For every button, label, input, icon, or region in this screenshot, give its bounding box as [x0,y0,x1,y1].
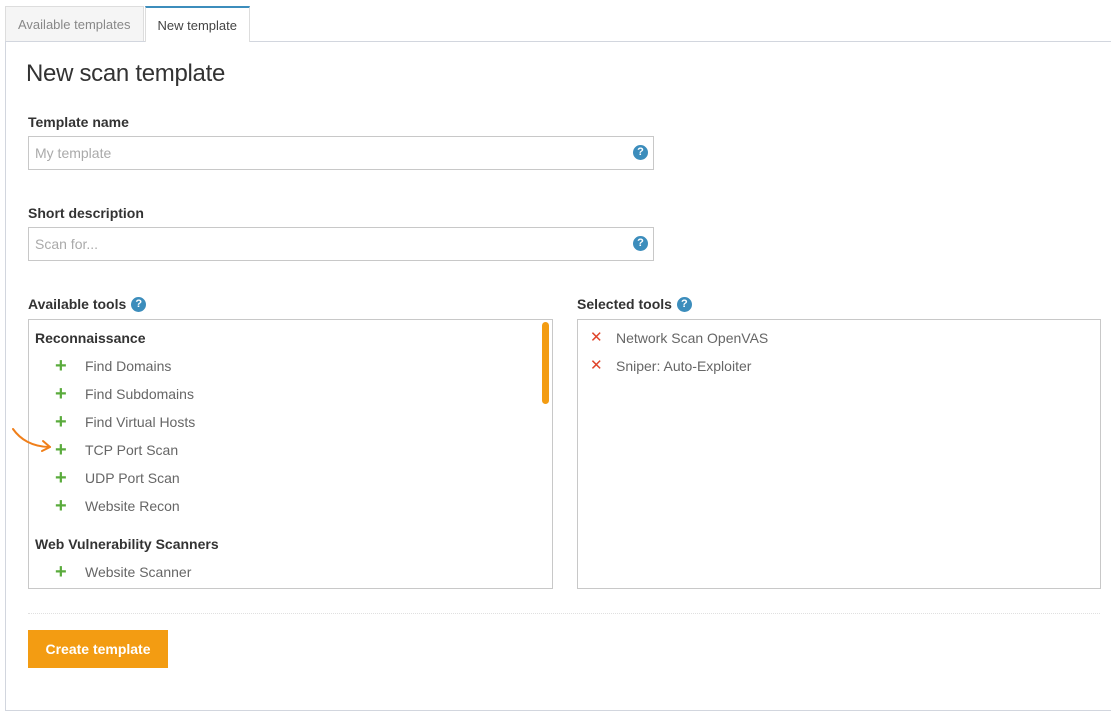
x-icon[interactable]: ✕ [590,352,616,380]
short-description-input[interactable] [29,228,609,260]
plus-icon[interactable]: + [55,356,85,376]
plus-icon[interactable]: + [55,468,85,488]
tool-label: Find Virtual Hosts [85,414,196,430]
short-description-label: Short description [28,205,144,221]
question-circle-icon[interactable]: ? [676,296,692,312]
selected-tools-heading: Selected tools ? [577,296,692,312]
available-tools-label: Available tools [28,296,127,312]
question-circle-icon[interactable]: ? [633,145,648,160]
tool-label: UDP Port Scan [85,470,180,486]
list-item[interactable]: ✕ Sniper: Auto-Exploiter [578,352,1100,380]
tool-label: Find Domains [85,358,172,374]
tool-label: Website Recon [85,498,180,514]
list-item[interactable]: + Website Recon [29,492,552,520]
list-item[interactable]: + Website Scanner [29,558,552,586]
divider [28,613,1100,614]
scrollbar-thumb[interactable] [542,322,549,404]
tool-label: Sniper: Auto-Exploiter [616,358,752,374]
list-item[interactable]: + TCP Port Scan [29,436,552,464]
x-icon[interactable]: ✕ [590,324,616,352]
available-tools-heading: Available tools ? [28,296,147,312]
available-tools-list[interactable]: Reconnaissance + Find Domains + Find Subdo… [28,319,553,589]
list-item[interactable]: + Find Subdomains [29,380,552,408]
create-template-button[interactable]: Create template [28,630,168,668]
pointer-arrow-icon [12,428,51,452]
tab-new-template[interactable]: New template [144,6,250,42]
plus-icon[interactable]: + [55,384,85,404]
template-name-input[interactable] [29,137,609,169]
tool-label: Network Scan OpenVAS [616,330,769,346]
tool-label: Find Subdomains [85,386,194,402]
question-circle-icon[interactable]: ? [131,296,147,312]
selected-tools-list[interactable]: ✕ Network Scan OpenVAS ✕ Sniper: Auto-Expl… [577,319,1101,589]
question-circle-icon[interactable]: ? [633,236,648,251]
selected-tools-label: Selected tools [577,296,672,312]
list-item[interactable]: + Find Domains [29,352,552,380]
plus-icon[interactable]: + [55,496,85,516]
page-title: New scan template [26,60,225,87]
list-item[interactable]: + UDP Port Scan [29,464,552,492]
plus-icon[interactable]: + [55,412,85,432]
plus-icon[interactable]: + [55,440,85,460]
short-description-field: ? [28,227,654,261]
tool-label: Website Scanner [85,564,192,580]
tab-available-templates[interactable]: Available templates [5,6,144,42]
group-title-web-vulnerability-scanners: Web Vulnerability Scanners [35,536,219,552]
template-name-field: ? [28,136,654,170]
template-name-label: Template name [28,114,129,130]
list-item[interactable]: + Find Virtual Hosts [29,408,552,436]
group-title-reconnaissance: Reconnaissance [35,330,146,346]
tool-label: TCP Port Scan [85,442,179,458]
tab-bar: Available templates New template [5,6,250,42]
plus-icon[interactable]: + [55,562,85,582]
list-item[interactable]: ✕ Network Scan OpenVAS [578,324,1100,352]
